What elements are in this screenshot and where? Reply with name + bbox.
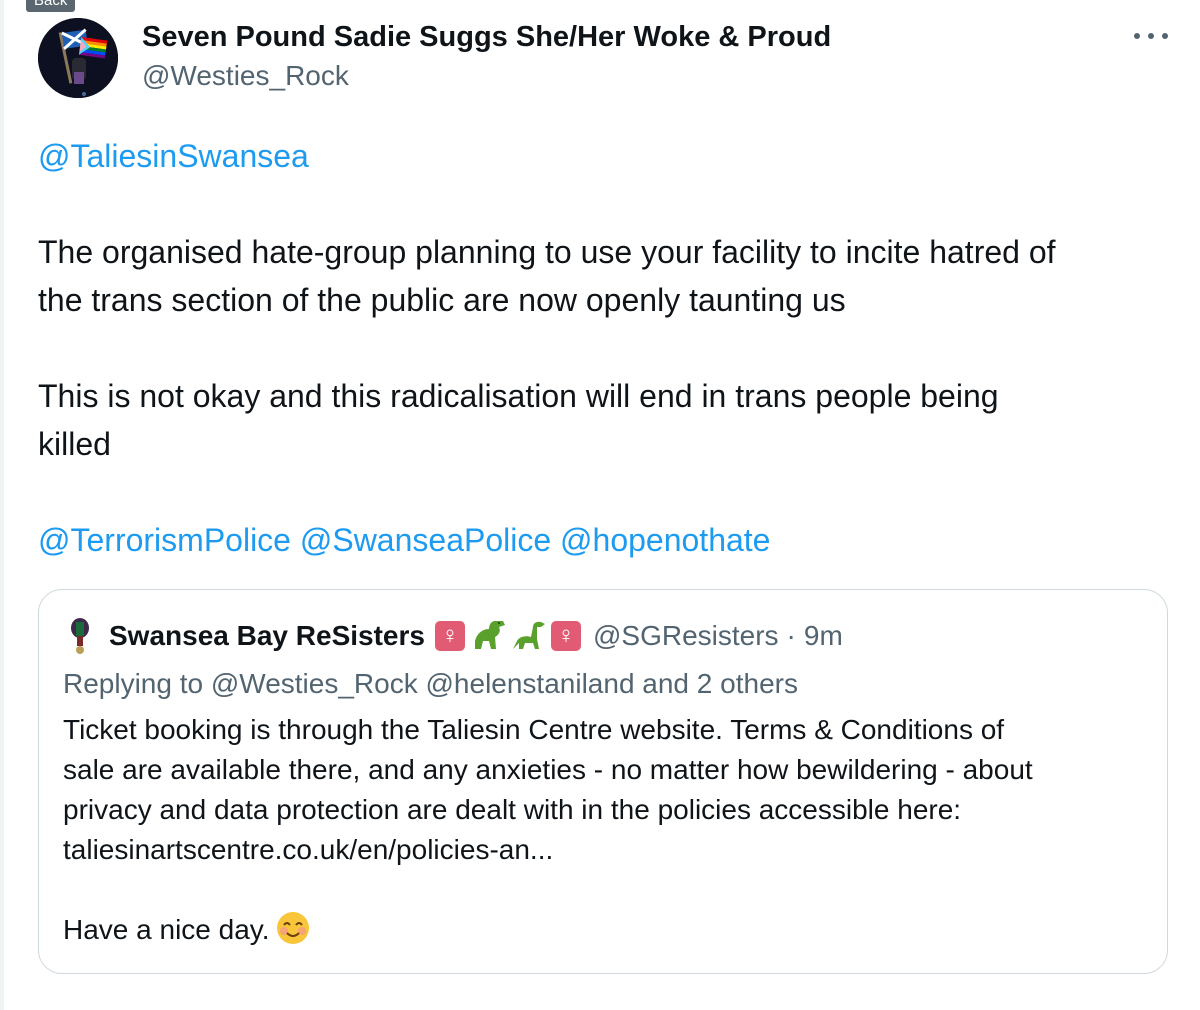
tweet-paragraph-1-line-1: The organised hate-group planning to use… [38, 234, 1056, 270]
t-rex-icon [474, 621, 505, 649]
name-emojis: ♀ ♀ [434, 619, 587, 653]
timeline-border [0, 0, 4, 1010]
quoted-tweet-time[interactable]: 9m [804, 617, 843, 655]
author-name[interactable]: Seven Pound Sadie Suggs She/Her Woke & P… [142, 18, 831, 56]
ellipsis-icon[interactable] [1134, 24, 1168, 48]
replying-to-line: Replying to @Westies_Rock @helenstanilan… [63, 668, 798, 699]
dot [1162, 33, 1168, 39]
quoted-line-2: sale are available there, and any anxiet… [63, 754, 1033, 785]
author-avatar-image [38, 18, 118, 98]
venus-badge: ♀ [550, 621, 581, 651]
tweet-paragraph-2-line-2: killed [38, 426, 111, 462]
tweet-text: @TaliesinSwansea The organised hate-grou… [38, 132, 1178, 564]
author-block: Seven Pound Sadie Suggs She/Her Woke & P… [142, 18, 831, 96]
quoted-author-avatar[interactable] [63, 616, 97, 656]
quoted-tweet-text: Ticket booking is through the Taliesin C… [63, 710, 1143, 950]
smiling-face-icon [276, 912, 309, 944]
quoted-closing: Have a nice day. [63, 914, 270, 945]
mention-swanseapolice[interactable]: @SwanseaPolice [300, 522, 551, 558]
mention-hopenothate[interactable]: @hopenothate [560, 522, 770, 558]
dot [1148, 33, 1154, 39]
mention-taliesinswansea[interactable]: @TaliesinSwansea [38, 138, 309, 174]
tweet-paragraph-2-line-1: This is not okay and this radicalisation… [38, 378, 999, 414]
back-tooltip: Back [26, 0, 76, 12]
dot [1134, 33, 1140, 39]
sauropod-icon [512, 621, 545, 649]
mention-terrorismpolice[interactable]: @TerrorismPolice [38, 522, 291, 558]
quoted-tweet-card[interactable]: Swansea Bay ReSisters ♀ ♀ @SGResisters ·… [38, 589, 1168, 974]
quoted-author-name[interactable]: Swansea Bay ReSisters [109, 617, 425, 655]
quoted-line-4: taliesinartscentre.co.uk/en/policies-an.… [63, 834, 554, 865]
separator-dot: · [786, 620, 796, 651]
author-handle[interactable]: @Westies_Rock [142, 56, 831, 96]
quoted-tweet-header: Swansea Bay ReSisters ♀ ♀ @SGResisters ·… [63, 616, 843, 656]
tweet-paragraph-1-line-2: the trans section of the public are now … [38, 282, 846, 318]
author-avatar[interactable] [38, 18, 118, 98]
venus-badge: ♀ [434, 621, 465, 651]
quoted-author-handle[interactable]: @SGResisters [593, 617, 779, 655]
quoted-line-3: privacy and data protection are dealt wi… [63, 794, 962, 825]
quoted-line-1: Ticket booking is through the Taliesin C… [63, 714, 1005, 745]
tweet-page: Back Seven Pound Sadie Suggs She/Her Wok… [0, 0, 1200, 1010]
